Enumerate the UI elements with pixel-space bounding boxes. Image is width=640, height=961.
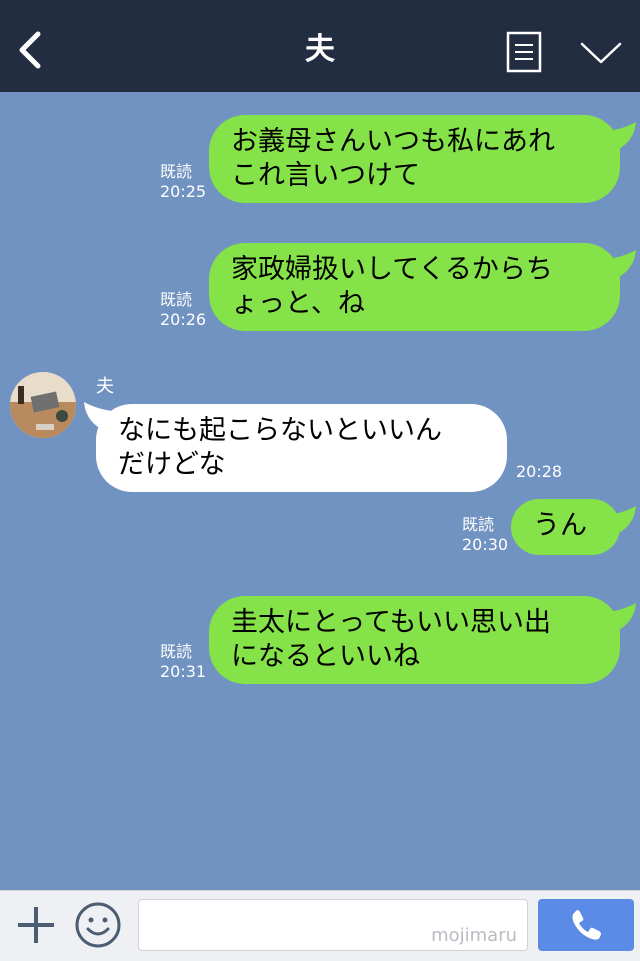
message-bubble[interactable]: 圭太にとってもいい思い出 になるといいね bbox=[209, 596, 620, 684]
message-line: ょっと、ね bbox=[231, 288, 365, 319]
back-button[interactable] bbox=[12, 28, 48, 72]
message-line: になるといいね bbox=[231, 641, 420, 672]
call-button[interactable] bbox=[538, 899, 634, 951]
message-meta: 既読 20:30 bbox=[462, 515, 508, 555]
phone-icon bbox=[572, 910, 601, 940]
message-time: 20:28 bbox=[516, 462, 563, 481]
list-icon bbox=[506, 31, 542, 73]
input-bar: mojimaru bbox=[0, 890, 640, 961]
smiley-icon bbox=[75, 902, 121, 948]
chat-title: 夫 bbox=[305, 32, 335, 67]
message-bubble[interactable]: お義母さんいつも私にあれ これ言いつけて bbox=[209, 115, 620, 203]
message-input[interactable]: mojimaru bbox=[138, 899, 528, 951]
message-line: だけどな bbox=[118, 449, 226, 480]
read-receipt: 既読 bbox=[160, 290, 193, 309]
message-line: お義母さんいつも私にあれ bbox=[231, 126, 555, 157]
message-line: これ言いつけて bbox=[231, 160, 420, 191]
avatar[interactable] bbox=[10, 372, 76, 438]
watermark-text: mojimaru bbox=[431, 925, 517, 946]
message-meta: 既読 20:25 bbox=[160, 162, 206, 202]
message-line: うん bbox=[533, 510, 587, 541]
message-bubble[interactable]: うん bbox=[511, 499, 620, 555]
read-receipt: 既読 bbox=[462, 515, 495, 534]
emoji-button[interactable] bbox=[74, 901, 122, 949]
read-receipt: 既読 bbox=[160, 642, 193, 661]
message-bubble[interactable]: 家政婦扱いしてくるからち ょっと、ね bbox=[209, 243, 620, 331]
add-button[interactable] bbox=[14, 903, 58, 947]
menu-button[interactable] bbox=[504, 30, 544, 74]
chevron-down-icon bbox=[580, 42, 622, 64]
read-receipt: 既読 bbox=[160, 162, 193, 181]
message-line: 家政婦扱いしてくるからち bbox=[231, 254, 553, 285]
expand-button[interactable] bbox=[578, 36, 624, 68]
message-line: なにも起こらないといいん bbox=[118, 415, 442, 446]
plus-icon bbox=[18, 907, 54, 943]
message-meta: 既読 20:31 bbox=[160, 642, 206, 682]
message-time: 20:30 bbox=[462, 535, 509, 554]
message-line: 圭太にとってもいい思い出 bbox=[231, 607, 551, 638]
message-time: 20:31 bbox=[160, 662, 207, 681]
message-time: 20:25 bbox=[160, 182, 207, 201]
message-meta: 既読 20:26 bbox=[160, 290, 206, 330]
message-time: 20:26 bbox=[160, 310, 207, 329]
chat-header: 夫 bbox=[0, 0, 640, 92]
sender-name: 夫 bbox=[96, 376, 114, 397]
chevron-left-icon bbox=[19, 31, 41, 69]
message-bubble[interactable]: なにも起こらないといいん だけどな bbox=[96, 404, 507, 492]
avatar-photo-icon bbox=[10, 372, 76, 438]
